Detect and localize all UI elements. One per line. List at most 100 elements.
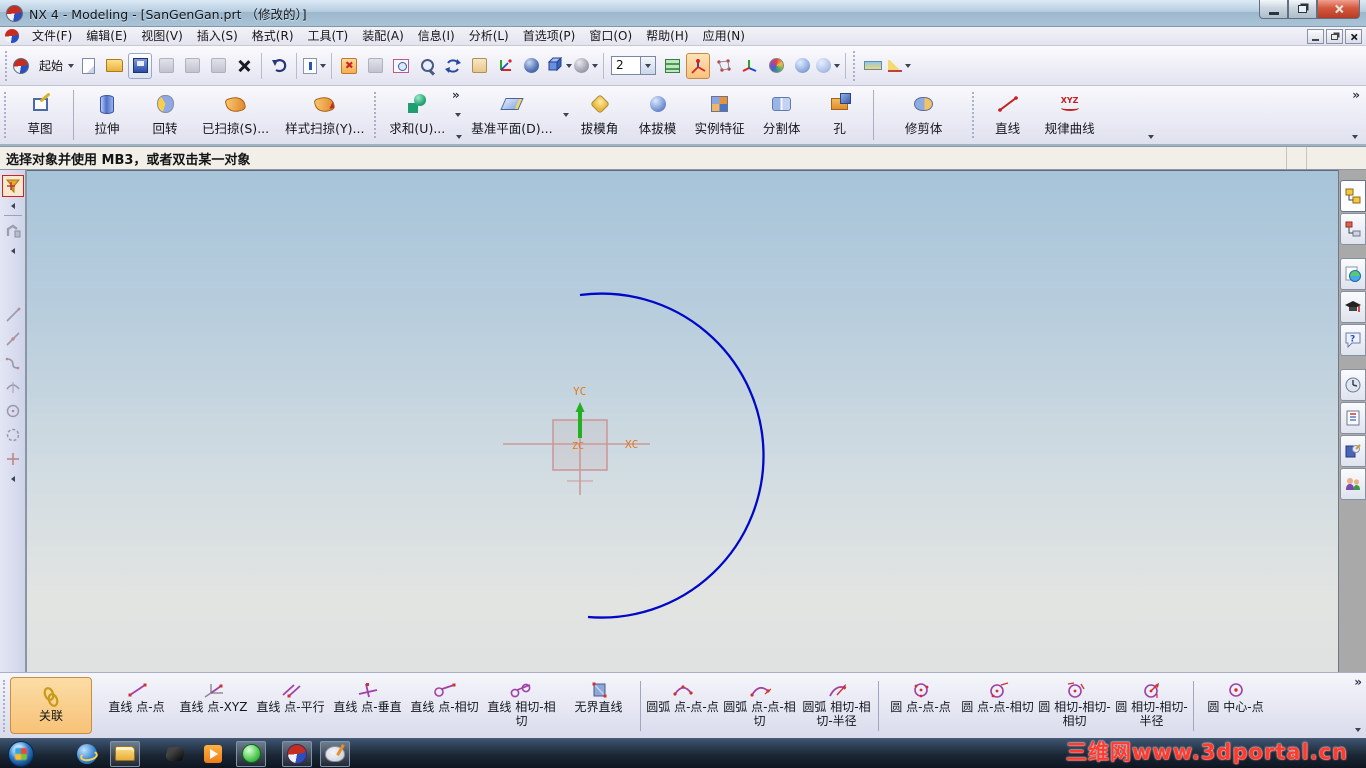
menu-item-file[interactable]: 文件(F) <box>25 27 79 46</box>
menu-item-window[interactable]: 窗口(O) <box>582 27 639 46</box>
toolbar-grip[interactable] <box>853 50 857 81</box>
menu-item-assemblies[interactable]: 装配(A) <box>355 27 411 46</box>
wcs-dynamics-button[interactable] <box>686 52 711 79</box>
quick-line-point-button[interactable] <box>2 328 24 350</box>
draft-angle-button[interactable]: 拔模角 <box>571 86 629 144</box>
line-tangent-tangent-button[interactable]: 直线 相切-相切 <box>483 676 560 736</box>
taskbar-nx-button[interactable] <box>282 740 312 767</box>
menu-item-view[interactable]: 视图(V) <box>134 27 190 46</box>
selection-filter-button[interactable] <box>1 175 24 197</box>
tutorials-tab[interactable] <box>1339 291 1366 323</box>
menu-item-edit[interactable]: 编辑(E) <box>79 27 134 46</box>
mdi-minimize-button[interactable] <box>1307 29 1324 44</box>
toolbar-grip[interactable] <box>971 92 977 138</box>
new-file-button[interactable] <box>76 53 100 79</box>
measure-angle-button[interactable] <box>887 53 911 79</box>
line-point-xyz-button[interactable]: 直线 点-XYZ <box>175 676 252 736</box>
toolbar-collapse-arrow[interactable] <box>1148 128 1154 142</box>
object-display-button[interactable] <box>764 53 788 79</box>
delete-button[interactable] <box>232 53 256 79</box>
wcs-triad[interactable]: YC XC ZC <box>503 385 650 495</box>
arc-tt-radius-button[interactable]: 圆弧 相切-相切-半径 <box>798 676 875 736</box>
unbounded-line-button[interactable]: 无界直线 <box>560 676 637 736</box>
datum-plane-dropdown[interactable] <box>561 86 571 144</box>
line-point-perpendicular-button[interactable]: 直线 点-垂直 <box>329 676 406 736</box>
instance-feature-button[interactable]: 实例特征 <box>687 86 753 144</box>
menu-item-analysis[interactable]: 分析(L) <box>462 27 516 46</box>
swept-button[interactable]: 已扫掠(S)... <box>194 86 277 144</box>
close-button[interactable] <box>1317 0 1360 19</box>
toolbar-overflow-chevron[interactable]: » <box>1352 88 1360 102</box>
flyout-arrow[interactable] <box>10 471 15 485</box>
quick-point-button[interactable] <box>2 448 24 470</box>
pan-view-button[interactable] <box>467 53 491 79</box>
menu-item-help[interactable]: 帮助(H) <box>639 27 695 46</box>
circle-ttt-button[interactable]: 圆 相切-相切-相切 <box>1036 676 1113 736</box>
start-button[interactable] <box>8 740 34 767</box>
toolbar-grip[interactable] <box>374 92 379 138</box>
taskbar-app1-button[interactable] <box>160 741 190 767</box>
measure-distance-button[interactable] <box>861 53 885 79</box>
flyout-arrow[interactable] <box>10 198 15 212</box>
arc-ppp-button[interactable]: 圆弧 点-点-点 <box>644 676 721 736</box>
toolbar-grip[interactable] <box>4 92 9 138</box>
circle-tt-radius-button[interactable]: 圆 相切-相切-半径 <box>1113 676 1190 736</box>
toolbar-collapse-arrow[interactable] <box>456 128 462 142</box>
layer-settings-button[interactable] <box>660 53 684 79</box>
menu-item-application[interactable]: 应用(N) <box>696 27 752 46</box>
hide-object-button[interactable] <box>790 53 814 79</box>
rotate-view-button[interactable] <box>441 53 465 79</box>
toolbar-overflow-chevron[interactable]: » <box>452 88 460 102</box>
snap-point-button[interactable] <box>2 220 24 242</box>
circle-pp-tangent-button[interactable]: 圆 点-点-相切 <box>959 676 1036 736</box>
unite-button[interactable]: 求和(U)... <box>381 86 453 144</box>
quick-fillet-button[interactable] <box>2 352 24 374</box>
combo-dropdown-button[interactable] <box>641 56 657 75</box>
toolbar-collapse-arrow[interactable] <box>1355 721 1361 735</box>
display-mode-button[interactable] <box>545 53 573 79</box>
quick-circle2-button[interactable] <box>2 424 24 446</box>
work-layer-value[interactable]: 2 <box>611 56 642 75</box>
graphics-viewport[interactable]: YC XC ZC <box>27 170 1338 672</box>
line-point-parallel-button[interactable]: 直线 点-平行 <box>252 676 329 736</box>
restore-button[interactable] <box>1288 0 1317 19</box>
palettes-tab[interactable] <box>1339 402 1366 434</box>
help-tab[interactable]: ? <box>1339 324 1366 356</box>
taskbar-browser-button[interactable] <box>72 741 102 767</box>
associative-toggle[interactable]: 关联 <box>10 677 92 734</box>
csys-button[interactable] <box>738 53 762 79</box>
taskbar-paint-button[interactable] <box>320 740 350 767</box>
part-navigator-tab[interactable] <box>1339 213 1366 245</box>
fit-view-button[interactable] <box>389 53 413 79</box>
arc-pp-tangent-button[interactable]: 圆弧 点-点-相切 <box>721 676 798 736</box>
split-body-button[interactable]: 分割体 <box>753 86 811 144</box>
menu-item-tools[interactable]: 工具(T) <box>301 27 356 46</box>
circle-ppp-button[interactable]: 圆 点-点-点 <box>882 676 959 736</box>
line-point-tangent-button[interactable]: 直线 点-相切 <box>406 676 483 736</box>
zoom-button[interactable] <box>415 53 439 79</box>
flyout-arrow[interactable] <box>10 243 15 257</box>
start-menu-button[interactable]: 起始 <box>13 53 75 79</box>
toolbar-overflow-chevron[interactable]: » <box>1354 675 1362 689</box>
mdi-close-button[interactable] <box>1345 29 1362 44</box>
revolve-button[interactable]: 回转 <box>136 86 194 144</box>
trim-body-button[interactable]: 修剪体 <box>878 86 970 144</box>
toolbar-grip[interactable] <box>3 679 8 732</box>
work-layer-combo[interactable]: 2 <box>611 56 657 75</box>
line-button[interactable]: 直线 <box>979 86 1037 144</box>
refresh-button[interactable] <box>337 53 361 79</box>
taskbar-explorer-button[interactable] <box>110 740 140 767</box>
toolbar-collapse-arrow[interactable] <box>1352 128 1358 142</box>
shaded-view-button[interactable] <box>519 53 543 79</box>
roles-tab[interactable] <box>1339 468 1366 500</box>
minimize-button[interactable] <box>1259 0 1288 19</box>
system-tools-tab[interactable] <box>1339 435 1366 467</box>
render-style-button[interactable] <box>574 53 599 79</box>
datum-plane-button[interactable]: 基准平面(D)... <box>463 86 560 144</box>
open-file-button[interactable] <box>102 53 126 79</box>
point-set-button[interactable] <box>712 53 736 79</box>
taskbar-media-button[interactable] <box>198 741 228 767</box>
hole-button[interactable]: 孔 <box>811 86 869 144</box>
body-taper-button[interactable]: 体拔模 <box>629 86 687 144</box>
mdi-restore-button[interactable] <box>1326 29 1343 44</box>
